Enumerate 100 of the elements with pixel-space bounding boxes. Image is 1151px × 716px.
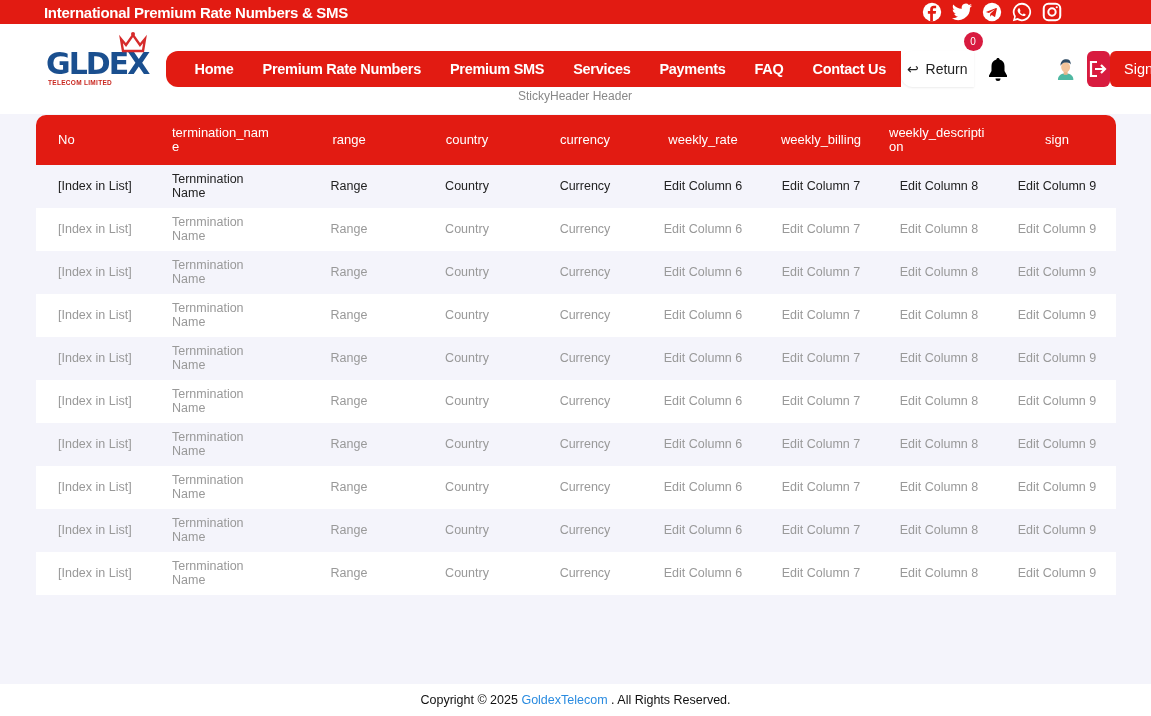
table-cell: Edit Column 6 <box>663 394 743 409</box>
crown-icon <box>118 30 148 53</box>
nav-link[interactable]: Contact Us <box>798 51 901 87</box>
table-cell-text: [Index in List] <box>57 523 132 538</box>
table-cell: Edit Column 8 <box>899 265 979 280</box>
table-cell: Edit Column 6 <box>663 265 743 280</box>
table-cell: Currency <box>559 179 611 194</box>
nav-link[interactable]: Premium SMS <box>435 51 559 87</box>
table-cell: Edit Column 8 <box>899 394 979 409</box>
table-cell-text: Ternmination Name <box>172 473 245 502</box>
table-cell: Edit Column 8 <box>899 480 979 495</box>
whatsapp-icon[interactable] <box>1011 1 1033 23</box>
table-cell: Edit Column 7 <box>781 222 861 237</box>
column-header: sign <box>1045 133 1069 147</box>
table-cell: Range <box>330 437 368 452</box>
table-cell-text: Ternmination Name <box>172 172 245 201</box>
table-cell: Country <box>445 394 489 409</box>
table-cell: Country <box>445 523 489 538</box>
table-cell: Edit Column 6 <box>663 179 743 194</box>
table-cell: Edit Column 9 <box>1017 523 1097 538</box>
table-cell: Range <box>330 480 368 495</box>
table-cell: Edit Column 6 <box>663 523 743 538</box>
logout-icon <box>1088 59 1109 79</box>
table-cell: Currency <box>559 308 611 323</box>
table-cell: Currency <box>559 394 611 409</box>
table-cell-text: [Index in List] <box>57 308 132 323</box>
nav-link[interactable]: Services <box>558 51 645 87</box>
table-cell: Edit Column 7 <box>781 179 861 194</box>
table-cell-text: Ternmination Name <box>172 516 245 545</box>
table-cell: Country <box>445 222 489 237</box>
column-header: country <box>445 133 489 147</box>
table-cell: Range <box>330 351 368 366</box>
table-cell-text: [Index in List] <box>57 222 132 237</box>
table-cell: Country <box>445 351 489 366</box>
table-cell-text: [Index in List] <box>57 351 132 366</box>
table-cell: Country <box>445 437 489 452</box>
table-cell: Edit Column 6 <box>663 308 743 323</box>
table-cell: Edit Column 7 <box>781 523 861 538</box>
twitter-icon[interactable] <box>951 1 973 23</box>
table-cell: Edit Column 8 <box>899 437 979 452</box>
table-cell: Edit Column 6 <box>663 222 743 237</box>
table-cell-text: Ternmination Name <box>172 344 245 373</box>
company-link[interactable]: GoldexTelecom <box>521 693 608 707</box>
table-cell-text: [Index in List] <box>57 566 132 581</box>
nav-link[interactable]: Home <box>180 51 249 87</box>
table-cell-text: Ternmination Name <box>172 430 245 459</box>
table-cell-text: Ternmination Name <box>172 559 245 588</box>
table-cell-text: [Index in List] <box>57 265 132 280</box>
table-cell: Edit Column 7 <box>781 308 861 323</box>
table-cell: Edit Column 9 <box>1017 480 1097 495</box>
table-cell: Edit Column 7 <box>781 437 861 452</box>
telegram-icon[interactable] <box>981 1 1003 23</box>
table-cell: Edit Column 9 <box>1017 265 1097 280</box>
nav-link[interactable]: Premium Rate Numbers <box>248 51 436 87</box>
table-cell-text: [Index in List] <box>57 480 132 495</box>
table-cell: Currency <box>559 480 611 495</box>
table-cell-text: Ternmination Name <box>172 387 245 416</box>
column-header: weekly_description <box>889 126 986 154</box>
table-cell: Country <box>445 566 489 581</box>
copyright-text: Copyright © 2025 GoldexTelecom . All Rights Reserved. <box>420 693 731 707</box>
table-cell-text: [Index in List] <box>57 437 132 452</box>
column-header: weekly_rate <box>668 133 738 147</box>
table-cell: Edit Column 8 <box>899 222 979 237</box>
table-cell-text: Ternmination Name <box>172 215 245 244</box>
column-header: currency <box>560 133 610 147</box>
table-cell: Currency <box>559 351 611 366</box>
table-cell: Edit Column 7 <box>781 566 861 581</box>
table-cell: Edit Column 9 <box>1017 222 1097 237</box>
table-cell: Currency <box>559 523 611 538</box>
table-cell: Range <box>330 566 368 581</box>
logout-button[interactable] <box>1086 51 1110 87</box>
table-cell: Edit Column 8 <box>899 179 979 194</box>
nav-link[interactable]: Payments <box>644 51 741 87</box>
table-cell: Edit Column 8 <box>899 351 979 366</box>
table-cell: Range <box>330 265 368 280</box>
column-header: range <box>332 133 366 147</box>
header-caption: StickyHeader Header <box>518 89 633 103</box>
table-cell: Currency <box>559 222 611 237</box>
table-cell: Edit Column 7 <box>781 480 861 495</box>
facebook-icon[interactable] <box>921 1 943 23</box>
table-cell: Edit Column 6 <box>663 351 743 366</box>
table-cell: Edit Column 8 <box>899 566 979 581</box>
table-cell: Edit Column 9 <box>1017 179 1097 194</box>
table-cell: Edit Column 9 <box>1017 308 1097 323</box>
table-cell: Edit Column 6 <box>663 437 743 452</box>
table-cell: Country <box>445 308 489 323</box>
table-cell: Currency <box>559 265 611 280</box>
return-button[interactable]: ↩ Return <box>900 51 974 87</box>
table-cell: Edit Column 7 <box>781 394 861 409</box>
table-cell-text: Ternmination Name <box>172 301 245 330</box>
table-cell: Edit Column 7 <box>781 351 861 366</box>
table-cell: Country <box>445 480 489 495</box>
table-cell: Country <box>445 265 489 280</box>
column-header: termination_name <box>172 126 270 154</box>
nav-link[interactable]: FAQ <box>740 51 798 87</box>
table-cell: Range <box>330 222 368 237</box>
table-cell: Edit Column 7 <box>781 265 861 280</box>
instagram-icon[interactable] <box>1041 1 1063 23</box>
table-cell: Edit Column 8 <box>899 308 979 323</box>
table-cell: Edit Column 8 <box>899 523 979 538</box>
